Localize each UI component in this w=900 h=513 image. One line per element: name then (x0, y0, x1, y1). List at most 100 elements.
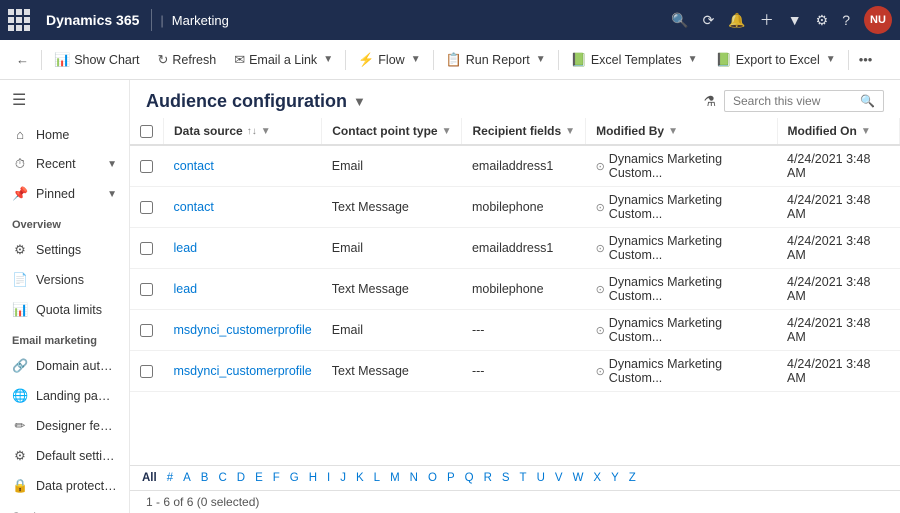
sidebar-item-pinned[interactable]: 📌 Pinned ▼ (0, 179, 129, 209)
alpha-item-u[interactable]: U (533, 470, 549, 486)
row-checkbox[interactable] (140, 242, 153, 255)
help-icon[interactable]: ? (842, 12, 850, 28)
alpha-item-c[interactable]: C (214, 470, 230, 486)
user-avatar[interactable]: NU (864, 6, 892, 34)
data-source-link[interactable]: msdynci_customerprofile (174, 364, 312, 378)
email-link-button[interactable]: ✉ Email a Link ▼ (226, 48, 341, 72)
select-all-checkbox[interactable] (140, 125, 153, 138)
alpha-item-q[interactable]: Q (461, 470, 478, 486)
recipient-cell: --- (462, 351, 586, 392)
excel-templates-button[interactable]: 📗 Excel Templates ▼ (563, 48, 706, 72)
export-to-excel-button[interactable]: 📗 Export to Excel ▼ (708, 48, 844, 72)
back-button[interactable]: ← (8, 48, 37, 71)
recipient-fields-col[interactable]: Recipient fields ▼ (462, 118, 586, 145)
search-box[interactable]: 🔍 (724, 90, 884, 112)
alpha-item-j[interactable]: J (336, 470, 350, 486)
alpha-item-t[interactable]: T (516, 470, 531, 486)
data-source-link[interactable]: contact (174, 200, 214, 214)
alpha-item-y[interactable]: Y (607, 470, 623, 486)
page-title-chevron[interactable]: ▼ (353, 94, 366, 109)
data-source-link[interactable]: lead (174, 282, 198, 296)
alpha-item-m[interactable]: M (386, 470, 404, 486)
pinned-chevron: ▼ (107, 189, 117, 200)
alpha-item-#[interactable]: # (163, 470, 177, 486)
alpha-item-e[interactable]: E (251, 470, 267, 486)
row-checkbox-cell (130, 187, 164, 228)
hamburger-button[interactable]: ☰ (0, 80, 129, 120)
sidebar-item-designer[interactable]: ✏ Designer feature ... (0, 411, 129, 441)
search-icon[interactable]: 🔍 (860, 94, 875, 108)
main-layout: ☰ ⌂ Home ⏱ Recent ▼ 📌 Pinned ▼ Overview … (0, 80, 900, 513)
row-checkbox[interactable] (140, 283, 153, 296)
alpha-item-v[interactable]: V (551, 470, 567, 486)
gear-icon[interactable]: ⚙ (816, 12, 829, 29)
select-all-col[interactable] (130, 118, 164, 145)
alpha-item-d[interactable]: D (233, 470, 249, 486)
data-source-link[interactable]: lead (174, 241, 198, 255)
contact-point-col[interactable]: Contact point type ▼ (322, 118, 462, 145)
row-checkbox[interactable] (140, 201, 153, 214)
sidebar-item-default[interactable]: ⚙ Default settings (0, 441, 129, 471)
sidebar-item-domain[interactable]: 🔗 Domain authentic... (0, 351, 129, 381)
data-source-link[interactable]: contact (174, 159, 214, 173)
toolbar-more-button[interactable]: ••• (853, 48, 879, 71)
sidebar-item-landing[interactable]: 🌐 Landing pages (0, 381, 129, 411)
notification-icon[interactable]: 🔔 (728, 12, 745, 29)
alpha-item-o[interactable]: O (424, 470, 441, 486)
email-section-label: Email marketing (0, 325, 129, 351)
show-chart-button[interactable]: 📊 Show Chart (46, 48, 148, 72)
toolbar-sep-4 (558, 50, 559, 70)
sidebar-item-label: Landing pages (36, 389, 117, 403)
modified-on-filter: ▼ (861, 126, 871, 137)
alpha-item-h[interactable]: H (305, 470, 321, 486)
settings-refresh-icon[interactable]: ⟳ (703, 12, 715, 29)
sidebar-item-settings[interactable]: ⚙ Settings (0, 235, 129, 265)
export-excel-icon: 📗 (716, 52, 732, 68)
run-report-chevron: ▼ (536, 54, 546, 65)
recipient-cell: mobilephone (462, 187, 586, 228)
alpha-item-r[interactable]: R (480, 470, 496, 486)
sidebar-item-quota[interactable]: 📊 Quota limits (0, 295, 129, 325)
row-checkbox[interactable] (140, 365, 153, 378)
row-checkbox[interactable] (140, 160, 153, 173)
sidebar-item-data-protection[interactable]: 🔒 Data protections (0, 471, 129, 501)
view-filter-icon[interactable]: ⚗ (703, 93, 716, 110)
alpha-item-a[interactable]: A (179, 470, 195, 486)
flow-button[interactable]: ⚡ Flow ▼ (350, 48, 429, 72)
alpha-item-l[interactable]: L (370, 470, 384, 486)
data-source-link[interactable]: msdynci_customerprofile (174, 323, 312, 337)
row-checkbox[interactable] (140, 324, 153, 337)
alpha-item-w[interactable]: W (569, 470, 588, 486)
alpha-item-f[interactable]: F (269, 470, 284, 486)
alpha-item-g[interactable]: G (286, 470, 303, 486)
alpha-item-p[interactable]: P (443, 470, 459, 486)
alpha-item-s[interactable]: S (498, 470, 514, 486)
alpha-item-k[interactable]: K (352, 470, 368, 486)
refresh-button[interactable]: ↻ Refresh (150, 48, 225, 72)
alpha-item-b[interactable]: B (197, 470, 213, 486)
data-source-col[interactable]: Data source ↑↓ ▼ (164, 118, 322, 145)
sidebar-item-recent[interactable]: ⏱ Recent ▼ (0, 149, 129, 179)
apps-icon[interactable] (8, 9, 30, 31)
home-icon: ⌂ (12, 127, 28, 142)
run-report-button[interactable]: 📋 Run Report ▼ (438, 48, 554, 72)
alpha-item-all[interactable]: All (138, 470, 161, 486)
search-input[interactable] (733, 94, 856, 108)
report-icon: 📋 (446, 52, 462, 68)
contact-point-filter: ▼ (442, 126, 452, 137)
sidebar-item-label: Home (36, 128, 117, 142)
alpha-item-z[interactable]: Z (625, 470, 640, 486)
data-source-sort: ↑↓ (247, 126, 257, 137)
toolbar-sep-3 (433, 50, 434, 70)
modified-on-cell: 4/24/2021 3:48 AM (777, 187, 900, 228)
search-icon[interactable]: 🔍 (671, 12, 688, 29)
modified-on-col[interactable]: Modified On ▼ (777, 118, 900, 145)
alpha-item-i[interactable]: I (323, 470, 334, 486)
sidebar-item-versions[interactable]: 📄 Versions (0, 265, 129, 295)
sidebar-item-home[interactable]: ⌂ Home (0, 120, 129, 149)
filter-icon[interactable]: ▼ (788, 12, 802, 28)
alpha-item-n[interactable]: N (406, 470, 422, 486)
modified-by-col[interactable]: Modified By ▼ (586, 118, 777, 145)
add-icon[interactable]: ＋ (760, 10, 774, 30)
alpha-item-x[interactable]: X (589, 470, 605, 486)
